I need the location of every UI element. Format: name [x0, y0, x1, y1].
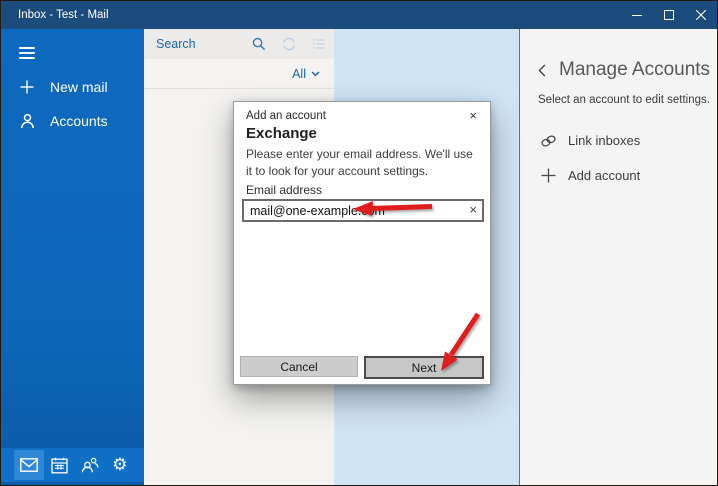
panel-subtitle: Select an account to edit settings.	[538, 94, 710, 106]
chevron-left-icon	[538, 64, 546, 76]
back-button[interactable]	[538, 64, 546, 77]
mail-tab[interactable]	[14, 450, 45, 480]
calendar-icon	[51, 457, 68, 473]
close-button[interactable]	[685, 1, 717, 29]
plus-icon	[19, 79, 35, 95]
nav-sidebar: New mail Accounts ⚙	[1, 29, 144, 485]
link-chain-icon	[540, 132, 557, 149]
minimize-icon	[632, 15, 642, 16]
link-inboxes-item[interactable]: Link inboxes	[520, 123, 717, 158]
bottom-app-tabs: ⚙	[1, 448, 144, 482]
link-inboxes-label: Link inboxes	[568, 133, 641, 148]
titlebar: Inbox - Test - Mail	[1, 1, 717, 29]
mail-app-window: Inbox - Test - Mail New mail Accounts ⚙ …	[0, 0, 718, 486]
hamburger-menu-button[interactable]	[19, 42, 35, 64]
email-input[interactable]	[242, 199, 484, 222]
new-mail-button[interactable]: New mail	[1, 70, 144, 104]
gear-icon: ⚙	[112, 454, 128, 475]
clear-input-button[interactable]: ×	[469, 202, 477, 218]
next-button[interactable]: Next	[364, 356, 484, 379]
panel-header: Manage Accounts	[538, 59, 717, 81]
plus-icon	[540, 167, 557, 184]
search-input[interactable]: Search	[156, 37, 244, 51]
person-icon	[19, 113, 35, 129]
panel-title: Manage Accounts	[559, 59, 711, 80]
maximize-icon	[664, 10, 674, 20]
people-tab[interactable]	[75, 450, 105, 480]
email-address-label: Email address	[246, 183, 323, 197]
dialog-description: Please enter your email address. We'll u…	[246, 147, 473, 179]
accounts-label: Accounts	[50, 113, 108, 129]
sync-icon[interactable]	[274, 29, 304, 59]
people-icon	[81, 457, 99, 473]
calendar-tab[interactable]	[44, 450, 74, 480]
add-account-item[interactable]: Add account	[520, 158, 717, 193]
manage-accounts-panel: Manage Accounts Select an account to edi…	[519, 29, 717, 485]
filter-all-dropdown[interactable]: All	[292, 67, 306, 81]
minimize-button[interactable]	[621, 1, 653, 29]
maximize-button[interactable]	[653, 1, 685, 29]
add-account-dialog: Add an account × Exchange Please enter y…	[233, 101, 491, 385]
accounts-button[interactable]: Accounts	[1, 104, 144, 138]
mail-envelope-icon	[20, 458, 39, 472]
search-icon[interactable]	[244, 29, 274, 59]
dialog-title: Add an account	[246, 109, 326, 122]
dialog-close-button[interactable]: ×	[466, 108, 480, 123]
chevron-down-icon[interactable]	[311, 70, 320, 77]
window-title: Inbox - Test - Mail	[18, 9, 109, 21]
settings-tab[interactable]: ⚙	[105, 450, 135, 480]
exchange-heading: Exchange	[246, 125, 317, 142]
search-bar[interactable]: Search	[144, 29, 334, 59]
cancel-button[interactable]: Cancel	[240, 356, 358, 377]
filter-icon[interactable]	[304, 29, 334, 59]
add-account-label: Add account	[568, 168, 641, 183]
close-icon	[696, 10, 706, 20]
new-mail-label: New mail	[50, 79, 108, 95]
mail-filter-row: All	[144, 59, 334, 89]
